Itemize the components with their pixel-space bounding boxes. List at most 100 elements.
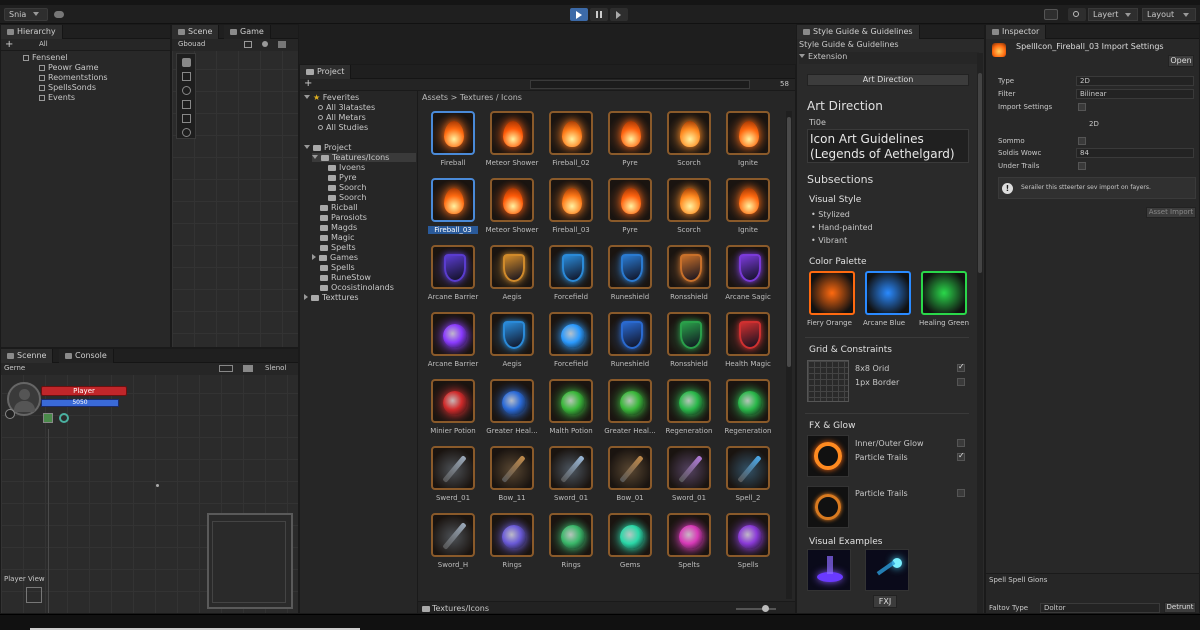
tree-item[interactable]: Games [312,253,358,262]
favorite-item[interactable]: All 3latastes [318,103,375,112]
asset-icon-orb[interactable]: Greater Heal... [485,379,539,441]
asset-icon-shield[interactable]: Arcane Barrier [426,245,480,307]
inspector-row-field[interactable]: 2D [1076,76,1194,86]
fx-button[interactable]: FXJ [873,595,897,608]
rotate-tool-icon[interactable] [182,86,191,95]
layout-dropdown[interactable]: Layout [1142,8,1196,21]
asset-icon-orb[interactable]: Spelts [662,513,716,575]
tab-game[interactable]: Game [224,25,271,39]
asset-icon-orb[interactable]: Arcane Barrier [426,312,480,374]
tree-item[interactable]: Magic [320,233,355,242]
asset-icon-shield[interactable]: Arcane Sagic [721,245,775,307]
asset-icon-fire[interactable]: Pyre [603,111,657,173]
asset-icon-orb[interactable]: Minier Potion [426,379,480,441]
asset-icon-blade[interactable]: Spell_2 [721,446,775,508]
search-field[interactable]: All [31,40,151,49]
art-direction-button[interactable]: Art Direction [807,74,969,86]
asset-icon-orb[interactable]: Greater Heal... [603,379,657,441]
project-header[interactable]: Project [304,143,351,152]
settings-icon[interactable] [1044,9,1058,20]
color-swatch[interactable] [865,271,911,315]
tree-item[interactable]: Magds [320,223,357,232]
extension-row[interactable]: Extension [799,52,979,64]
asset-icon-orb[interactable]: Forcefield [544,312,598,374]
favorites-header[interactable]: ★ Feverites [304,93,359,102]
add-icon[interactable]: + [5,39,13,50]
play-button[interactable] [570,8,588,21]
asset-icon-blade[interactable]: Bow_01 [603,446,657,508]
asset-icon-fire[interactable]: Ignite [721,111,775,173]
asset-icon-fire[interactable]: Fireball_02 [544,111,598,173]
light-icon[interactable] [262,41,268,47]
search-icon[interactable] [1068,8,1086,21]
asset-icon-blade[interactable]: Swerd_01 [426,446,480,508]
bottom-button[interactable]: Detrunt [1164,602,1196,613]
color-swatch[interactable] [809,271,855,315]
cloud-icon[interactable] [54,11,64,18]
inspector-row-field[interactable]: 84 [1076,148,1194,158]
asset-icon-fire[interactable]: Fireball_03 [544,178,598,240]
inspector-row-checkbox[interactable] [1078,137,1086,145]
zoom-slider[interactable] [736,605,776,612]
scrollbar-thumb[interactable] [787,117,791,367]
scale-tool-icon[interactable] [182,100,191,109]
tree-item[interactable]: Ivoens [328,163,365,172]
asset-icon-fire[interactable]: Fireball_03 [426,178,480,240]
guide-scrollbar[interactable] [977,53,983,613]
hierarchy-item[interactable]: Events [39,93,75,102]
tab-project[interactable]: Project [300,65,352,79]
asset-icon-shield[interactable]: Health Magic [721,312,775,374]
inspector-row-checkbox[interactable] [1078,162,1086,170]
tree-item[interactable]: Ocosistinolands [320,283,394,292]
asset-icon-blade[interactable]: Sword_H [426,513,480,575]
move-tool-icon[interactable] [182,72,191,81]
add-icon[interactable]: + [304,78,312,89]
trails-checkbox[interactable] [957,451,965,461]
asset-icon-shield[interactable]: Runeshield [603,245,657,307]
asset-icon-blade[interactable]: Sword_01 [662,446,716,508]
favorite-item[interactable]: All Metars [318,113,366,122]
refresh-icon[interactable] [59,413,69,423]
tree-item[interactable]: Parosiots [320,213,367,222]
breadcrumb[interactable]: Assets > Textures / Icons [422,93,522,102]
asset-icon-fire[interactable]: Ignite [721,178,775,240]
asset-icon-orb[interactable]: Regeneration [721,379,775,441]
open-button[interactable]: Open [1168,55,1194,67]
tab-hierarchy[interactable]: Hierarchy [1,25,63,39]
shading-dropdown[interactable]: Gbouad [178,40,205,48]
toggle-2d-icon[interactable] [244,41,252,48]
rect-tool-icon[interactable] [182,114,191,123]
tab-style-guide[interactable]: Style Guide & Guidelines [797,25,920,39]
asset-icon-shield[interactable]: Runeshield [603,312,657,374]
glow-checkbox[interactable] [957,439,965,447]
tree-item[interactable]: Soorch [328,193,366,202]
asset-icon-fire[interactable]: Scorch [662,111,716,173]
tree-item[interactable]: Spelts [320,243,356,252]
asset-icon-blade[interactable]: Sword_01 [544,446,598,508]
asset-icon-orb[interactable]: Gems [603,513,657,575]
border-checkbox[interactable] [957,378,965,386]
scrollbar[interactable] [786,111,792,599]
asset-icon-shield[interactable]: Aegis [485,245,539,307]
project-search-input[interactable] [530,80,750,89]
asset-import-button[interactable]: Asset Import [1146,207,1196,218]
asset-icon-fire[interactable]: Meteor Shower [485,178,539,240]
color-swatch[interactable] [921,271,967,315]
asset-icon-shield[interactable]: Aegis [485,312,539,374]
favorite-item[interactable]: All Studies [318,123,368,132]
trails2-checkbox[interactable] [957,489,965,497]
zoom-slider-handle[interactable] [762,605,769,612]
asset-icon-blade[interactable]: Bow_11 [485,446,539,508]
account-dropdown[interactable]: Snia [4,8,48,21]
inspector-row-checkbox[interactable] [1078,103,1086,111]
tree-item[interactable]: Texttures [304,293,359,302]
hierarchy-item[interactable]: SpellsSonds [39,83,96,92]
hierarchy-item[interactable]: Reomentstions [39,73,108,82]
asset-icon-shield[interactable]: Ronsshield [662,312,716,374]
tree-item-selected[interactable]: Teatures/Icons [312,153,416,162]
step-button[interactable] [610,8,628,21]
asset-icon-fire[interactable]: Scorch [662,178,716,240]
transform-tool-icon[interactable] [182,128,191,137]
tree-item[interactable]: RuneStow [320,273,371,282]
asset-icon-fire[interactable]: Meteor Shower [485,111,539,173]
